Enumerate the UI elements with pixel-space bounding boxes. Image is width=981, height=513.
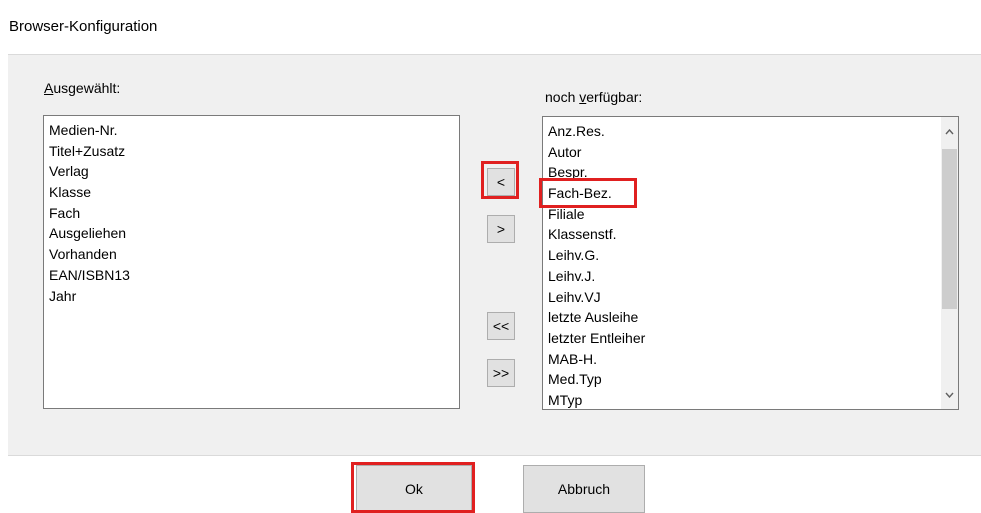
cancel-button[interactable]: Abbruch [523,465,645,513]
list-item[interactable]: Autor [548,142,645,163]
scroll-down-icon[interactable] [941,386,958,403]
selected-list-label: Ausgewählt: [44,80,121,96]
list-item[interactable]: Verlag [49,161,130,182]
list-item[interactable]: letzte Ausleihe [548,307,645,328]
list-item[interactable]: Leihv.G. [548,245,645,266]
list-item[interactable]: MTyp [548,390,645,409]
list-item[interactable]: Bespr. [548,162,645,183]
list-item[interactable]: Vorhanden [49,244,130,265]
list-item[interactable]: EAN/ISBN13 [49,265,130,286]
move-all-right-button[interactable]: >> [487,359,515,387]
list-item[interactable]: Anz.Res. [548,121,645,142]
available-columns-list[interactable]: Anz.Res. Autor Bespr. Fach-Bez. Filiale Klass… [542,116,959,410]
list-item[interactable]: Leihv.VJ [548,287,645,308]
list-item[interactable]: MAB-H. [548,349,645,370]
available-list-scrollbar[interactable] [941,117,958,409]
list-item[interactable]: letzter Entleiher [548,328,645,349]
list-item[interactable]: Fach-Bez. [548,183,645,204]
ok-button[interactable]: Ok [356,465,472,513]
list-item[interactable]: Ausgeliehen [49,223,130,244]
list-item[interactable]: Leihv.J. [548,266,645,287]
list-item[interactable]: Med.Typ [548,369,645,390]
list-item[interactable]: Klassenstf. [548,224,645,245]
list-item[interactable]: Jahr [49,286,130,307]
scroll-up-icon[interactable] [941,123,958,140]
list-item[interactable]: Medien-Nr. [49,120,130,141]
list-item[interactable]: Klasse [49,182,130,203]
move-all-left-button[interactable]: << [487,312,515,340]
available-list-label: noch verfügbar: [545,89,643,105]
move-left-button[interactable]: < [487,168,515,196]
window-title: Browser-Konfiguration [9,18,158,35]
list-item[interactable]: Filiale [548,204,645,225]
selected-columns-list[interactable]: Medien-Nr. Titel+Zusatz Verlag Klasse Fach Au… [43,115,460,409]
list-item[interactable]: Titel+Zusatz [49,141,130,162]
scroll-thumb[interactable] [942,149,957,309]
list-item[interactable]: Fach [49,203,130,224]
move-right-button[interactable]: > [487,215,515,243]
